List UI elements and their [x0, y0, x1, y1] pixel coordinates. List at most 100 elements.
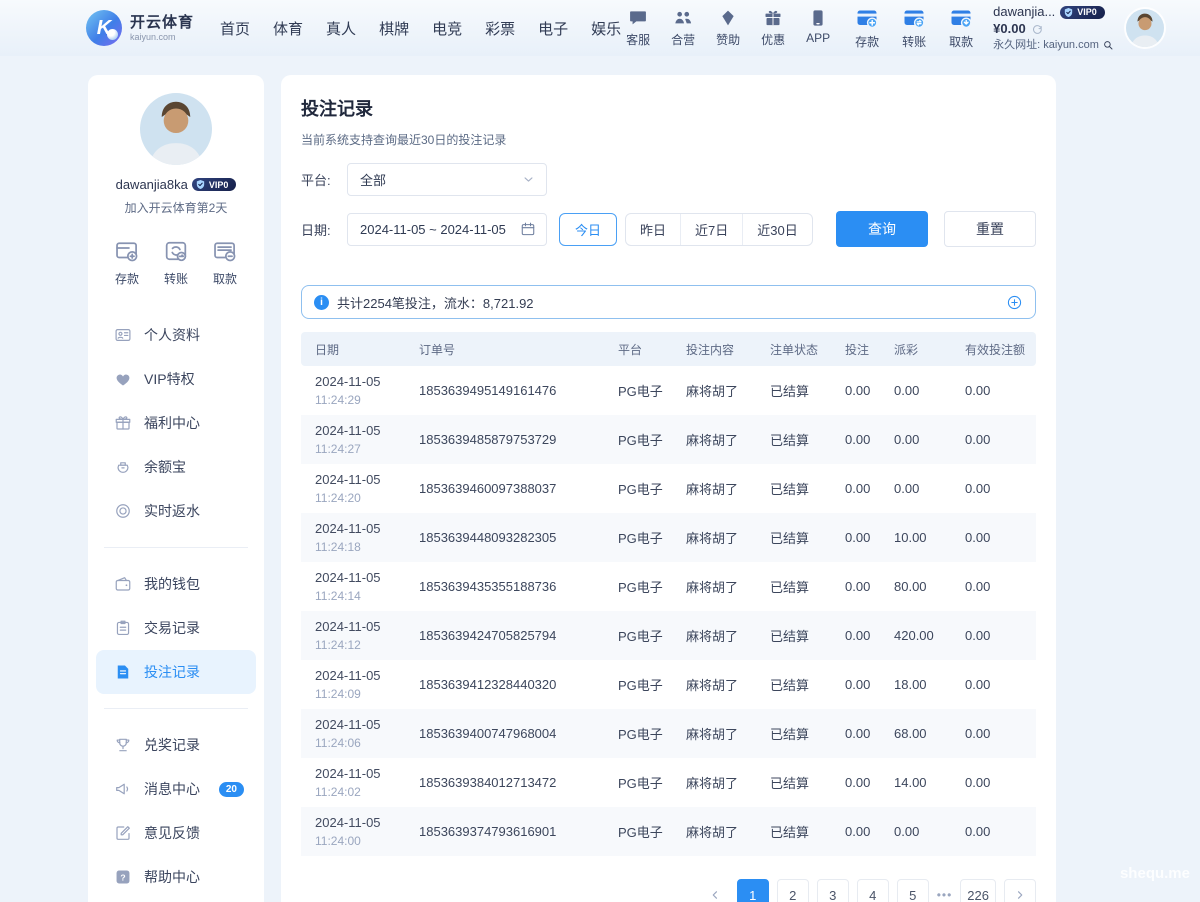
sidebar-item-交易记录[interactable]: 交易记录 — [96, 606, 256, 650]
cell-payout: 420.00 — [884, 611, 955, 660]
pagination-next-button[interactable] — [1004, 879, 1036, 902]
cell-bet: 0.00 — [835, 415, 884, 464]
cell-status: 已结算 — [760, 366, 835, 415]
sidebar-action-取款[interactable]: 取款 — [212, 238, 238, 287]
table-row: 2024-11-0511:24:091853639412328440320PG电… — [301, 660, 1036, 709]
pagination-page-226[interactable]: 226 — [960, 879, 996, 902]
pagination-page-2[interactable]: 2 — [777, 879, 809, 902]
cell-date: 2024-11-0511:24:29 — [301, 366, 409, 415]
cell-payout: 14.00 — [884, 758, 955, 807]
topbar-item-赞助[interactable]: 赞助 — [711, 8, 745, 48]
cell-platform: PG电子 — [608, 807, 676, 856]
sidebar-item-福利中心[interactable]: 福利中心 — [96, 401, 256, 445]
nav-menu-item[interactable]: 彩票 — [485, 18, 515, 39]
pagination-ellipsis[interactable]: ••• — [937, 888, 953, 902]
brand-logo[interactable]: K 开云体育 kaiyun.com — [86, 10, 194, 46]
nav-menu-item[interactable]: 首页 — [220, 18, 250, 39]
vip-shield-icon — [195, 179, 206, 190]
table-header: 日期订单号平台投注内容注单状态投注派彩有效投注额 — [301, 332, 1036, 366]
sidebar-action-存款[interactable]: 存款 — [114, 238, 140, 287]
plus-circle-icon[interactable] — [1006, 294, 1023, 311]
topbar: K 开云体育 kaiyun.com 首页 体育 真人 棋牌 电竞 彩票 电子 娱乐 客服合营赞… — [0, 0, 1200, 56]
platform-select[interactable]: 全部 — [347, 163, 547, 196]
bet-date: 2024-11-05 — [315, 619, 409, 635]
sidebar-item-实时返水[interactable]: 实时返水 — [96, 489, 256, 533]
topbar-item-优惠[interactable]: 优惠 — [756, 8, 790, 48]
column-header: 投注 — [835, 332, 884, 366]
sidebar-item-label: 消息中心 — [144, 779, 200, 799]
cell-valid: 0.00 — [955, 464, 1036, 513]
cell-content: 麻将胡了 — [676, 758, 760, 807]
svg-text:?: ? — [120, 872, 125, 882]
brand-name: 开云体育 — [130, 14, 194, 31]
topbar-item-合营[interactable]: 合营 — [666, 8, 700, 48]
cell-status: 已结算 — [760, 611, 835, 660]
bet-time: 11:24:18 — [315, 540, 409, 554]
topbar-item-取款[interactable]: 取款 — [944, 6, 978, 50]
cell-valid: 0.00 — [955, 758, 1036, 807]
bet-time: 11:24:09 — [315, 687, 409, 701]
topbar-item-label: 优惠 — [761, 31, 785, 48]
bet-date: 2024-11-05 — [315, 766, 409, 782]
user-avatar[interactable] — [1126, 9, 1164, 47]
sidebar-item-label: 投注记录 — [144, 662, 200, 682]
sidebar-item-个人资料[interactable]: 个人资料 — [96, 313, 256, 357]
sidebar-item-我的钱包[interactable]: 我的钱包 — [96, 562, 256, 606]
nav-menu-item[interactable]: 体育 — [273, 18, 303, 39]
cell-bet: 0.00 — [835, 611, 884, 660]
sidebar-item-兑奖记录[interactable]: 兑奖记录 — [96, 723, 256, 767]
redeem-icon — [114, 736, 132, 754]
topbar-item-客服[interactable]: 客服 — [621, 8, 655, 48]
cell-valid: 0.00 — [955, 611, 1036, 660]
messages-icon — [114, 780, 132, 798]
search-icon[interactable] — [1102, 39, 1114, 51]
range-button-近30日[interactable]: 近30日 — [742, 214, 811, 245]
sidebar-item-label: 意见反馈 — [144, 823, 200, 843]
sidebar-item-余额宝[interactable]: 余额宝 — [96, 445, 256, 489]
pagination-page-5[interactable]: 5 — [897, 879, 929, 902]
profile-avatar[interactable] — [140, 93, 212, 165]
refresh-balance-icon[interactable] — [1031, 23, 1044, 36]
permanent-url: 永久网址: kaiyun.com — [993, 38, 1099, 52]
sidebar-action-转账[interactable]: 转账 — [163, 238, 189, 287]
sidebar-item-帮助中心[interactable]: ?帮助中心 — [96, 855, 256, 899]
sidebar-item-意见反馈[interactable]: 意见反馈 — [96, 811, 256, 855]
topbar-item-APP[interactable]: APP — [801, 8, 835, 48]
date-range-input[interactable]: 2024-11-05 ~ 2024-11-05 — [347, 213, 547, 246]
sidebar-item-label: 余额宝 — [144, 457, 186, 477]
column-header: 有效投注额 — [955, 332, 1036, 366]
pagination-prev-button[interactable] — [701, 879, 729, 902]
range-button-昨日[interactable]: 昨日 — [626, 214, 680, 245]
pagination-page-1[interactable]: 1 — [737, 879, 769, 902]
sidebar-item-消息中心[interactable]: 消息中心20 — [96, 767, 256, 811]
pagination-page-3[interactable]: 3 — [817, 879, 849, 902]
user-info-block[interactable]: dawanjia... VIP0 ¥0.00 永久网址: kaiyun.com — [993, 4, 1114, 52]
range-button-近7日[interactable]: 近7日 — [680, 214, 742, 245]
topbar-item-存款[interactable]: 存款 — [850, 6, 884, 50]
range-button-今日[interactable]: 今日 — [559, 213, 617, 246]
sidebar-item-VIP特权[interactable]: VIP特权 — [96, 357, 256, 401]
cell-payout: 0.00 — [884, 807, 955, 856]
cell-valid: 0.00 — [955, 415, 1036, 464]
topbar-item-label: 存款 — [855, 33, 879, 50]
cell-content: 麻将胡了 — [676, 611, 760, 660]
cell-platform: PG电子 — [608, 709, 676, 758]
cell-status: 已结算 — [760, 807, 835, 856]
table-row: 2024-11-0511:24:201853639460097388037PG电… — [301, 464, 1036, 513]
nav-menu-item[interactable]: 娱乐 — [591, 18, 621, 39]
nav-menu-item[interactable]: 真人 — [326, 18, 356, 39]
cell-valid: 0.00 — [955, 709, 1036, 758]
sidebar-item-label: 兑奖记录 — [144, 735, 200, 755]
table-row: 2024-11-0511:24:121853639424705825794PG电… — [301, 611, 1036, 660]
topbar-item-转账[interactable]: 转账 — [897, 6, 931, 50]
sidebar-item-投注记录[interactable]: 投注记录 — [96, 650, 256, 694]
table-row: 2024-11-0511:24:141853639435355188736PG电… — [301, 562, 1036, 611]
nav-menu-item[interactable]: 棋牌 — [379, 18, 409, 39]
sidebar-item-label: 福利中心 — [144, 413, 200, 433]
reset-button[interactable]: 重置 — [944, 211, 1036, 247]
search-button[interactable]: 查询 — [836, 211, 928, 247]
pagination-page-4[interactable]: 4 — [857, 879, 889, 902]
nav-menu-item[interactable]: 电竞 — [432, 18, 462, 39]
bet-records-icon — [114, 663, 132, 681]
nav-menu-item[interactable]: 电子 — [538, 18, 568, 39]
